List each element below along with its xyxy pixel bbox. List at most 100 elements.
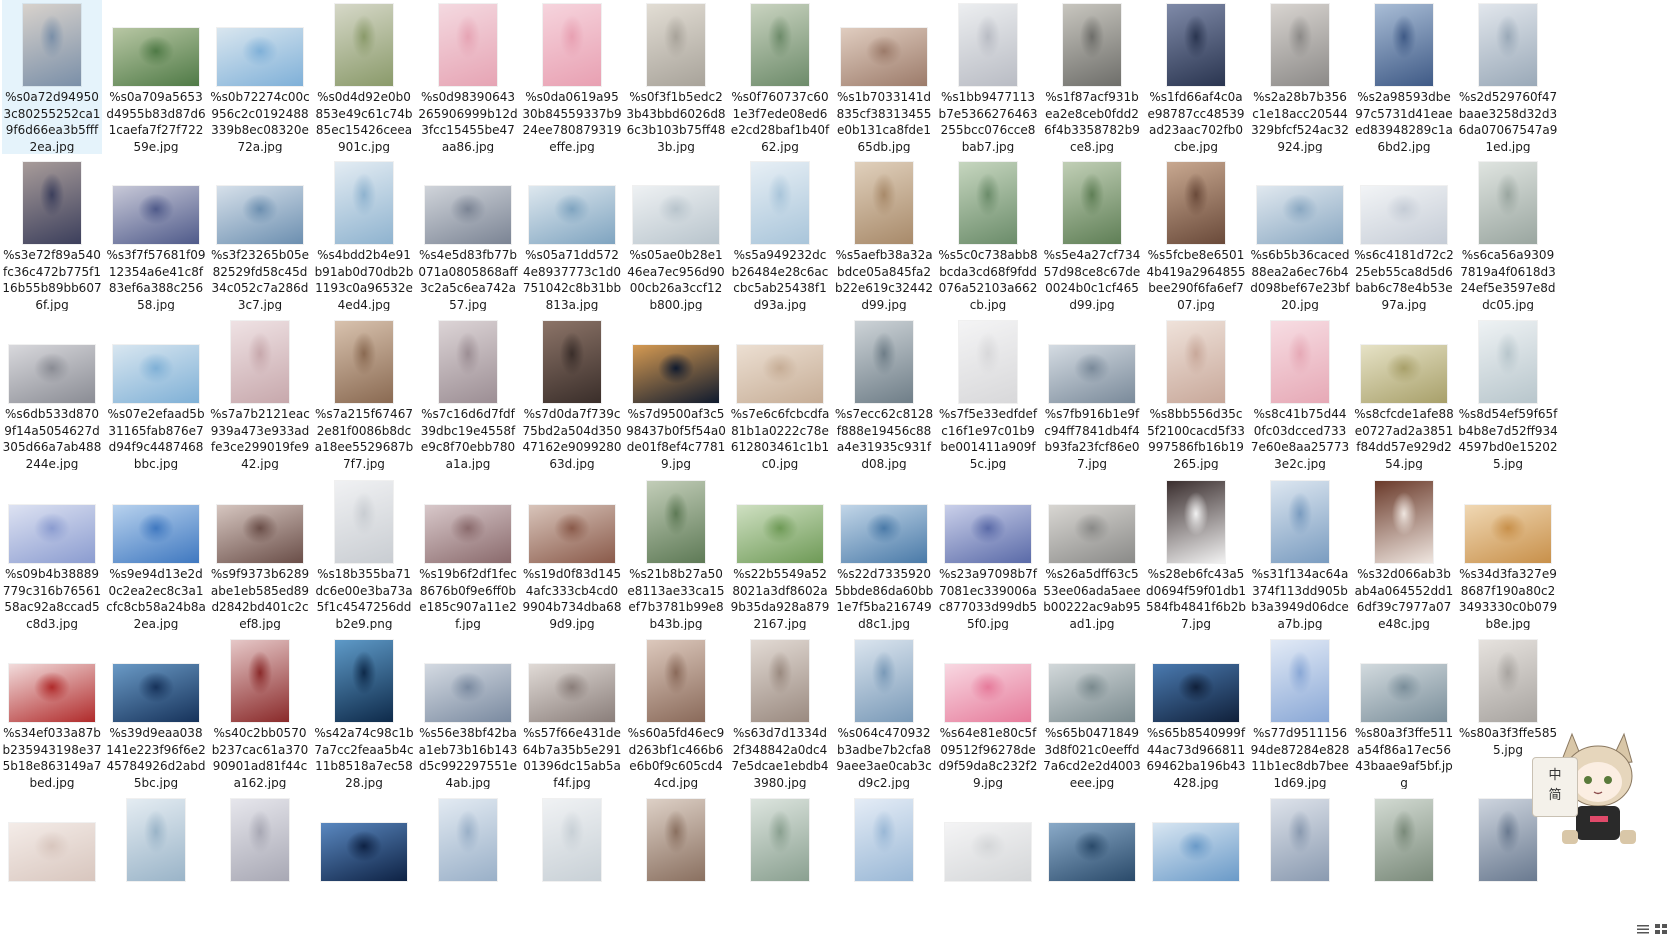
image-thumbnail <box>945 823 1031 881</box>
file-name: %s34d3fa327e98687f190a80c23493330c0b079b… <box>1458 567 1558 630</box>
file-item[interactable]: %s34ef033a87bb235943198e375b18e863149a7b… <box>2 636 102 790</box>
file-item[interactable] <box>1146 795 1246 934</box>
file-item[interactable]: %s6db533d8709f14a5054627d305d66a7ab48824… <box>2 317 102 471</box>
file-item[interactable]: %s3e72f89a540fc36c472b775f116b55b89bb607… <box>2 158 102 312</box>
file-item[interactable]: %s7e6c6fcbcdfa81b1a0222c78e612803461c1b1… <box>730 317 830 471</box>
file-item[interactable]: %s7f5e33edfdefc16f1e97c01b9be001411a909f… <box>938 317 1038 471</box>
file-item[interactable] <box>938 795 1038 934</box>
details-view-icon[interactable] <box>1636 920 1650 934</box>
file-item[interactable]: %s26a5dff63c553ee06ada5aeeb00222ac9ab95a… <box>1042 477 1142 631</box>
file-item[interactable]: %s0a709a5653d4955b83d87d61caefa7f27f7225… <box>106 0 206 154</box>
file-item[interactable]: %s2d529760f47baae3258d32d36da07067547a91… <box>1458 0 1558 154</box>
file-item[interactable]: %s05a71dd5724e8937773c1d0751042c8b31bb81… <box>522 158 622 312</box>
file-item[interactable]: %s63d7d1334d2f348842a0dc47e5dcae1ebdb439… <box>730 636 830 790</box>
file-item[interactable]: %s19b6f2df1fec8676b0f9e6ff0be185c907a11e… <box>418 477 518 631</box>
file-item[interactable]: %s0f3f1b5edc23b43bbd6026d86c3b103b75ff48… <box>626 0 726 154</box>
file-item[interactable]: %s0a72d949503c80255252ca19f6d66ea3b5fff2… <box>2 0 102 154</box>
file-item[interactable]: %s3f7f57681f0912354a6e41c8f83ef6a388c256… <box>106 158 206 312</box>
file-item[interactable]: %s7fb916b1e9fc94ff7841db4f4b93fa23fcf86e… <box>1042 317 1142 471</box>
file-item[interactable]: %s6b5b36caced88ea2a6ec76b4d098bef67e23bf… <box>1250 158 1350 312</box>
thumbnail-frame <box>1358 158 1450 246</box>
file-item[interactable]: %s0f760737c601e3f7ede08ed6e2cd28baf1b40f… <box>730 0 830 154</box>
file-item[interactable]: %s22d73359205bbde86da60bb1e7f5ba216749d8… <box>834 477 934 631</box>
file-name: %s0a709a5653d4955b83d87d61caefa7f27f7225… <box>106 90 206 153</box>
file-item[interactable]: %s0b72274c00c956c2c0192488339b8ec08320e7… <box>210 0 310 154</box>
file-item[interactable]: %s7c16d6d7fdf39dbc19e4558fe9c8f70ebb780a… <box>418 317 518 471</box>
file-item[interactable]: %s8d54ef59f65fb4b8e7d52ff9344597bd0e1520… <box>1458 317 1558 471</box>
file-item[interactable]: %s42a74c98c1b7a7cc2feaa5b4c11b8518a7ec58… <box>314 636 414 790</box>
file-item[interactable]: %s34d3fa327e98687f190a80c23493330c0b079b… <box>1458 477 1558 631</box>
file-item[interactable]: %s5a949232dcb26484e28c6accbc5ab25438f1d9… <box>730 158 830 312</box>
file-item[interactable]: %s1bb9477113b7e5366276463255bcc076cce8ba… <box>938 0 1038 154</box>
file-item[interactable]: %s8bb556d35c5f2100cacd5f33997586fb16b192… <box>1146 317 1246 471</box>
file-item[interactable]: %s6c4181d72c225eb55ca8d5d6bab6c78e4b53e9… <box>1354 158 1454 312</box>
file-item[interactable]: %s22b5549a528021a3df8602a9b35da928a87921… <box>730 477 830 631</box>
file-item[interactable] <box>522 795 622 934</box>
file-item[interactable]: %s4bdd2b4e91b91ab0d70db2b1193c0a96532e4e… <box>314 158 414 312</box>
file-item[interactable]: %s32d066ab3bab4a064552dd16df39c7977a07e4… <box>1354 477 1454 631</box>
file-item[interactable]: %s3f23265b05e82529fd58c45d34c052c7a286d3… <box>210 158 310 312</box>
file-item[interactable]: %s8cfcde1afe88e0727ad2a3851f84dd57e929d2… <box>1354 317 1454 471</box>
file-item[interactable]: %s9e94d13e2d0c2ea2ec8c3a1cfc8cb58a24b8a2… <box>106 477 206 631</box>
file-item[interactable] <box>106 795 206 934</box>
file-item[interactable]: %s18b355ba71dc6e00e3ba73a5f1c4547256ddb2… <box>314 477 414 631</box>
file-item[interactable]: %s23a97098b7f7081ec339006ac877033d99db55… <box>938 477 1038 631</box>
file-explorer-view[interactable]: %s0a72d949503c80255252ca19f6d66ea3b5fff2… <box>0 0 1673 934</box>
file-item[interactable]: %s0d4d92e0b0853e49c61c74b85ec15426ceea90… <box>314 0 414 154</box>
file-item[interactable] <box>2 795 102 934</box>
file-item[interactable]: %s1f87acf931bea2e8ceb0fdd26f4b3358782b9c… <box>1042 0 1142 154</box>
file-item[interactable]: %s9f9373b6289abe1eb585ed89d2842bd401c2ce… <box>210 477 310 631</box>
file-item[interactable]: %s7ecc62c8128f888e19456c88a4e31935c931fd… <box>834 317 934 471</box>
file-item[interactable]: %s5aefb38a32abdce05a845fa2b22e619c32442d… <box>834 158 934 312</box>
file-item[interactable]: %s0d98390643265906999b12d3fcc15455be47aa… <box>418 0 518 154</box>
file-item[interactable] <box>834 795 934 934</box>
file-item[interactable] <box>210 795 310 934</box>
file-item[interactable]: %s64e81e80c5f09512f96278ded9f59da8c232f2… <box>938 636 1038 790</box>
file-item[interactable]: %s1b7033141d835cf38313455e0b131ca8fde165… <box>834 0 934 154</box>
file-item[interactable]: %s56e38bf42baa1eb73b16b143d5c992297551e4… <box>418 636 518 790</box>
file-item[interactable]: %s28eb6fc43a5d0694f59f01db1584fb4841f6b2… <box>1146 477 1246 631</box>
file-item[interactable]: %s57f66e431de64b7a35b5e29101396dc15ab5af… <box>522 636 622 790</box>
file-item[interactable]: %s8c41b75d440fc03dcced7337e60e8aa257733e… <box>1250 317 1350 471</box>
file-name: %s19b6f2df1fec8676b0f9e6ff0be185c907a11e… <box>419 567 517 630</box>
file-item[interactable]: %s39d9eaa038141e223f96f6e245784926d2abd5… <box>106 636 206 790</box>
file-item[interactable] <box>1354 795 1454 934</box>
file-item[interactable]: %s31f134ac64a374f113dd905bb3a3949d06dcea… <box>1250 477 1350 631</box>
file-item[interactable]: %s7d9500af3c598437b0f5f54a0de01f8ef4c778… <box>626 317 726 471</box>
file-item[interactable]: %s6ca56a93097819a4f0618d324ef5e3597e8ddc… <box>1458 158 1558 312</box>
thumbnail-frame <box>110 477 202 565</box>
file-item[interactable]: %s2a98593dbe97c5731d41eaeed83948289c1a6b… <box>1354 0 1454 154</box>
ime-indicator[interactable]: 中 简 <box>1532 757 1578 817</box>
file-item[interactable] <box>1250 795 1350 934</box>
file-item[interactable]: %s07e2efaad5b31165fab876e7d94f9c4487468b… <box>106 317 206 471</box>
file-item[interactable]: %s5e4a27cf73457d98ce8c67de0024b0c1cf465d… <box>1042 158 1142 312</box>
file-item[interactable]: %s80a3f3ffe511a54f86a17ec5643baae9af5bf.… <box>1354 636 1454 790</box>
file-item[interactable]: %s60a5fd46ec9d263bf1c466b6e6b0f9c605cd44… <box>626 636 726 790</box>
file-item[interactable] <box>730 795 830 934</box>
file-item[interactable] <box>626 795 726 934</box>
file-item[interactable]: %s77d951115694de87284e82811b1ec8db7bee1d… <box>1250 636 1350 790</box>
file-item[interactable]: %s40c2bb0570b237cac61a37090901ad81f44ca1… <box>210 636 310 790</box>
thumbnail-frame <box>1358 795 1450 883</box>
file-item[interactable]: %s2a28b7b356c1e18acc20544329bfcf524ac329… <box>1250 0 1350 154</box>
file-item[interactable]: %s0da0619a9530b84559337b924ee780879319ef… <box>522 0 622 154</box>
file-item[interactable]: %s5fcbe8e65014b419a2964855bee290f6fa6ef7… <box>1146 158 1246 312</box>
large-icons-view-icon[interactable] <box>1654 920 1668 934</box>
file-item[interactable]: %s1fd66af4c0ae98787cc48539ad23aac702fb0c… <box>1146 0 1246 154</box>
image-thumbnail <box>231 799 289 881</box>
file-item[interactable]: %s7a7b2121eac939a473e933adfe3ce299019fe9… <box>210 317 310 471</box>
file-item[interactable] <box>1042 795 1142 934</box>
file-item[interactable]: %s7d0da7f739c75bd2a504d35047162e90992806… <box>522 317 622 471</box>
file-item[interactable]: %s65b04718493d8f021c0eeffd7a6cd2e2d4003e… <box>1042 636 1142 790</box>
file-item[interactable]: %s19d0f83d1454afc333cb4cd09904b734dba689… <box>522 477 622 631</box>
file-item[interactable]: %s65b8540999f44ac73d96681169462ba196b434… <box>1146 636 1246 790</box>
file-item[interactable]: %s4e5d83fb77b071a0805868aff3c2a5c6ea742a… <box>418 158 518 312</box>
file-item[interactable]: %s7a215f674672e81f0086b8dca18ee5529687b7… <box>314 317 414 471</box>
file-item[interactable] <box>418 795 518 934</box>
file-item[interactable]: %s064c470932b3adbe7b2cfa89aee3ae0cab3cd9… <box>834 636 934 790</box>
file-item[interactable]: %s21b8b27a50e8113ae33ca15ef7b3781b99e8b4… <box>626 477 726 631</box>
file-item[interactable]: %s09b4b38889779c316b7656158ac92a8ccad5c8… <box>2 477 102 631</box>
file-item[interactable]: %s5c0c738abb8bcda3cd68f9fdd076a52103a662… <box>938 158 1038 312</box>
file-item[interactable]: %s05ae0b28e146ea7ec956d9000cb26a3ccf12b8… <box>626 158 726 312</box>
file-item[interactable] <box>314 795 414 934</box>
